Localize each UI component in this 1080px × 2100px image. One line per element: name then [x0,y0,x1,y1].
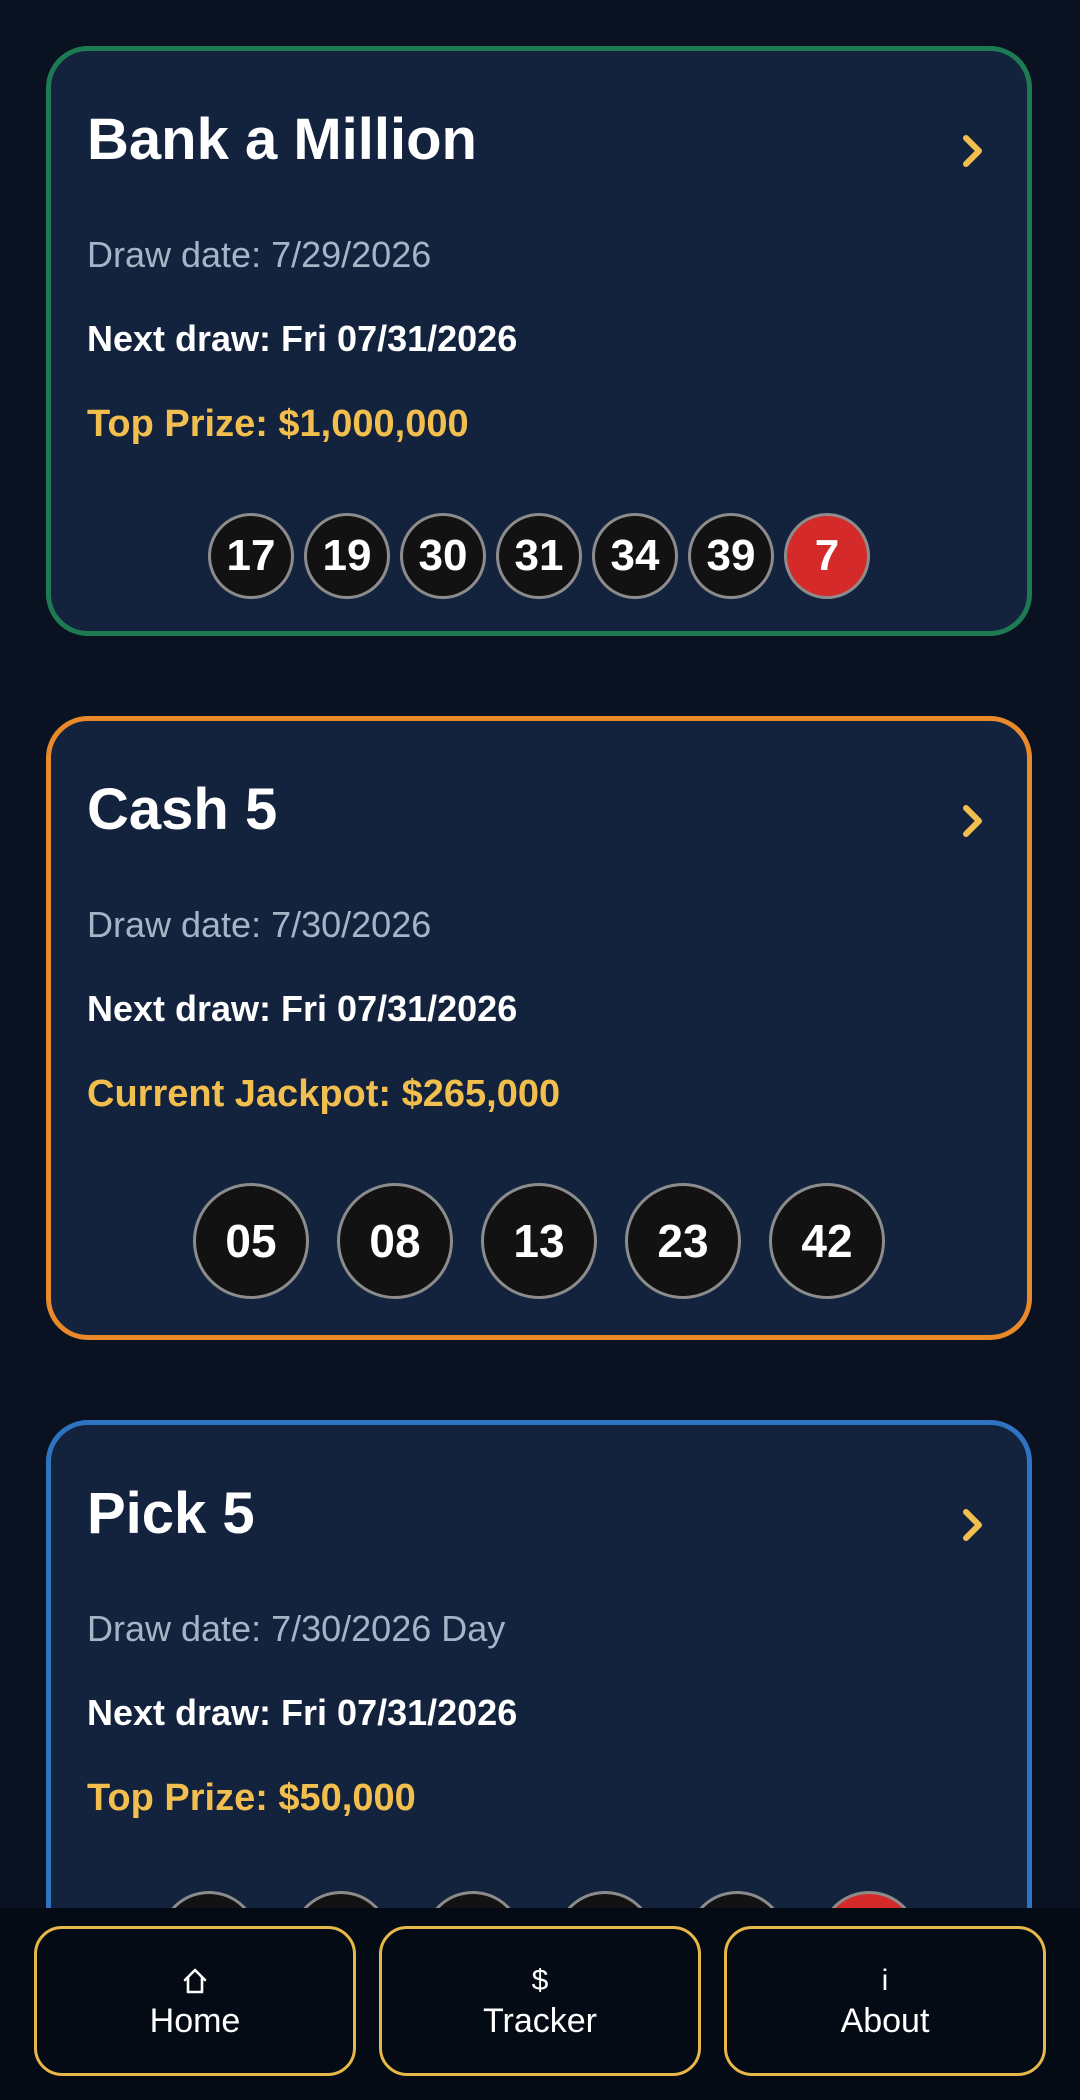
number-ball: 17 [208,513,294,599]
number-ball: 42 [769,1183,885,1299]
card-bank-a-million[interactable]: Bank a Million Draw date: 7/29/2026 Next… [46,46,1032,636]
draw-date: Draw date: 7/29/2026 [87,234,432,275]
current-jackpot: Current Jackpot: $265,000 [87,1073,561,1115]
bonus-ball: 7 [784,513,870,599]
number-ball: 31 [496,513,582,599]
nav-label: Tracker [483,2002,597,2040]
nav-label: About [840,2002,930,2040]
chevron-right-icon[interactable] [955,131,991,171]
draw-date: Draw date: 7/30/2026 [87,904,432,945]
next-draw: Next draw: Fri 07/31/2026 [87,988,518,1029]
top-prize: Top Prize: $50,000 [87,1777,416,1819]
game-title: Cash 5 [87,777,278,842]
top-prize: Top Prize: $1,000,000 [87,403,469,445]
card-cash-5[interactable]: Cash 5 Draw date: 7/30/2026 Next draw: F… [46,716,1032,1340]
number-ball: 23 [625,1183,741,1299]
info-icon: i [881,1964,889,1997]
nav-tracker-button[interactable]: $ Tracker [379,1926,701,2076]
dollar-icon: $ [531,1964,549,1997]
number-ball: 34 [592,513,678,599]
number-ball: 08 [337,1183,453,1299]
next-draw: Next draw: Fri 07/31/2026 [87,318,518,359]
number-ball: 05 [193,1183,309,1299]
home-icon [182,1964,208,1998]
nav-about-button[interactable]: i About [724,1926,1046,2076]
chevron-right-icon[interactable] [955,801,991,841]
number-ball: 19 [304,513,390,599]
next-draw: Next draw: Fri 07/31/2026 [87,1692,518,1733]
chevron-right-icon[interactable] [955,1505,991,1545]
nav-label: Home [149,2002,241,2040]
draw-date: Draw date: 7/30/2026 Day [87,1608,506,1649]
number-ball: 13 [481,1183,597,1299]
game-title: Bank a Million [87,107,477,172]
number-ball: 30 [400,513,486,599]
winning-numbers: 17 19 30 31 34 39 7 [51,513,1027,599]
lottery-results-screen: Bank a Million Draw date: 7/29/2026 Next… [0,0,1080,2100]
number-ball: 39 [688,513,774,599]
game-title: Pick 5 [87,1481,255,1546]
bottom-nav: Home $ Tracker i About [0,1908,1080,2100]
winning-numbers: 05 08 13 23 42 [51,1183,1027,1299]
nav-home-button[interactable]: Home [34,1926,356,2076]
